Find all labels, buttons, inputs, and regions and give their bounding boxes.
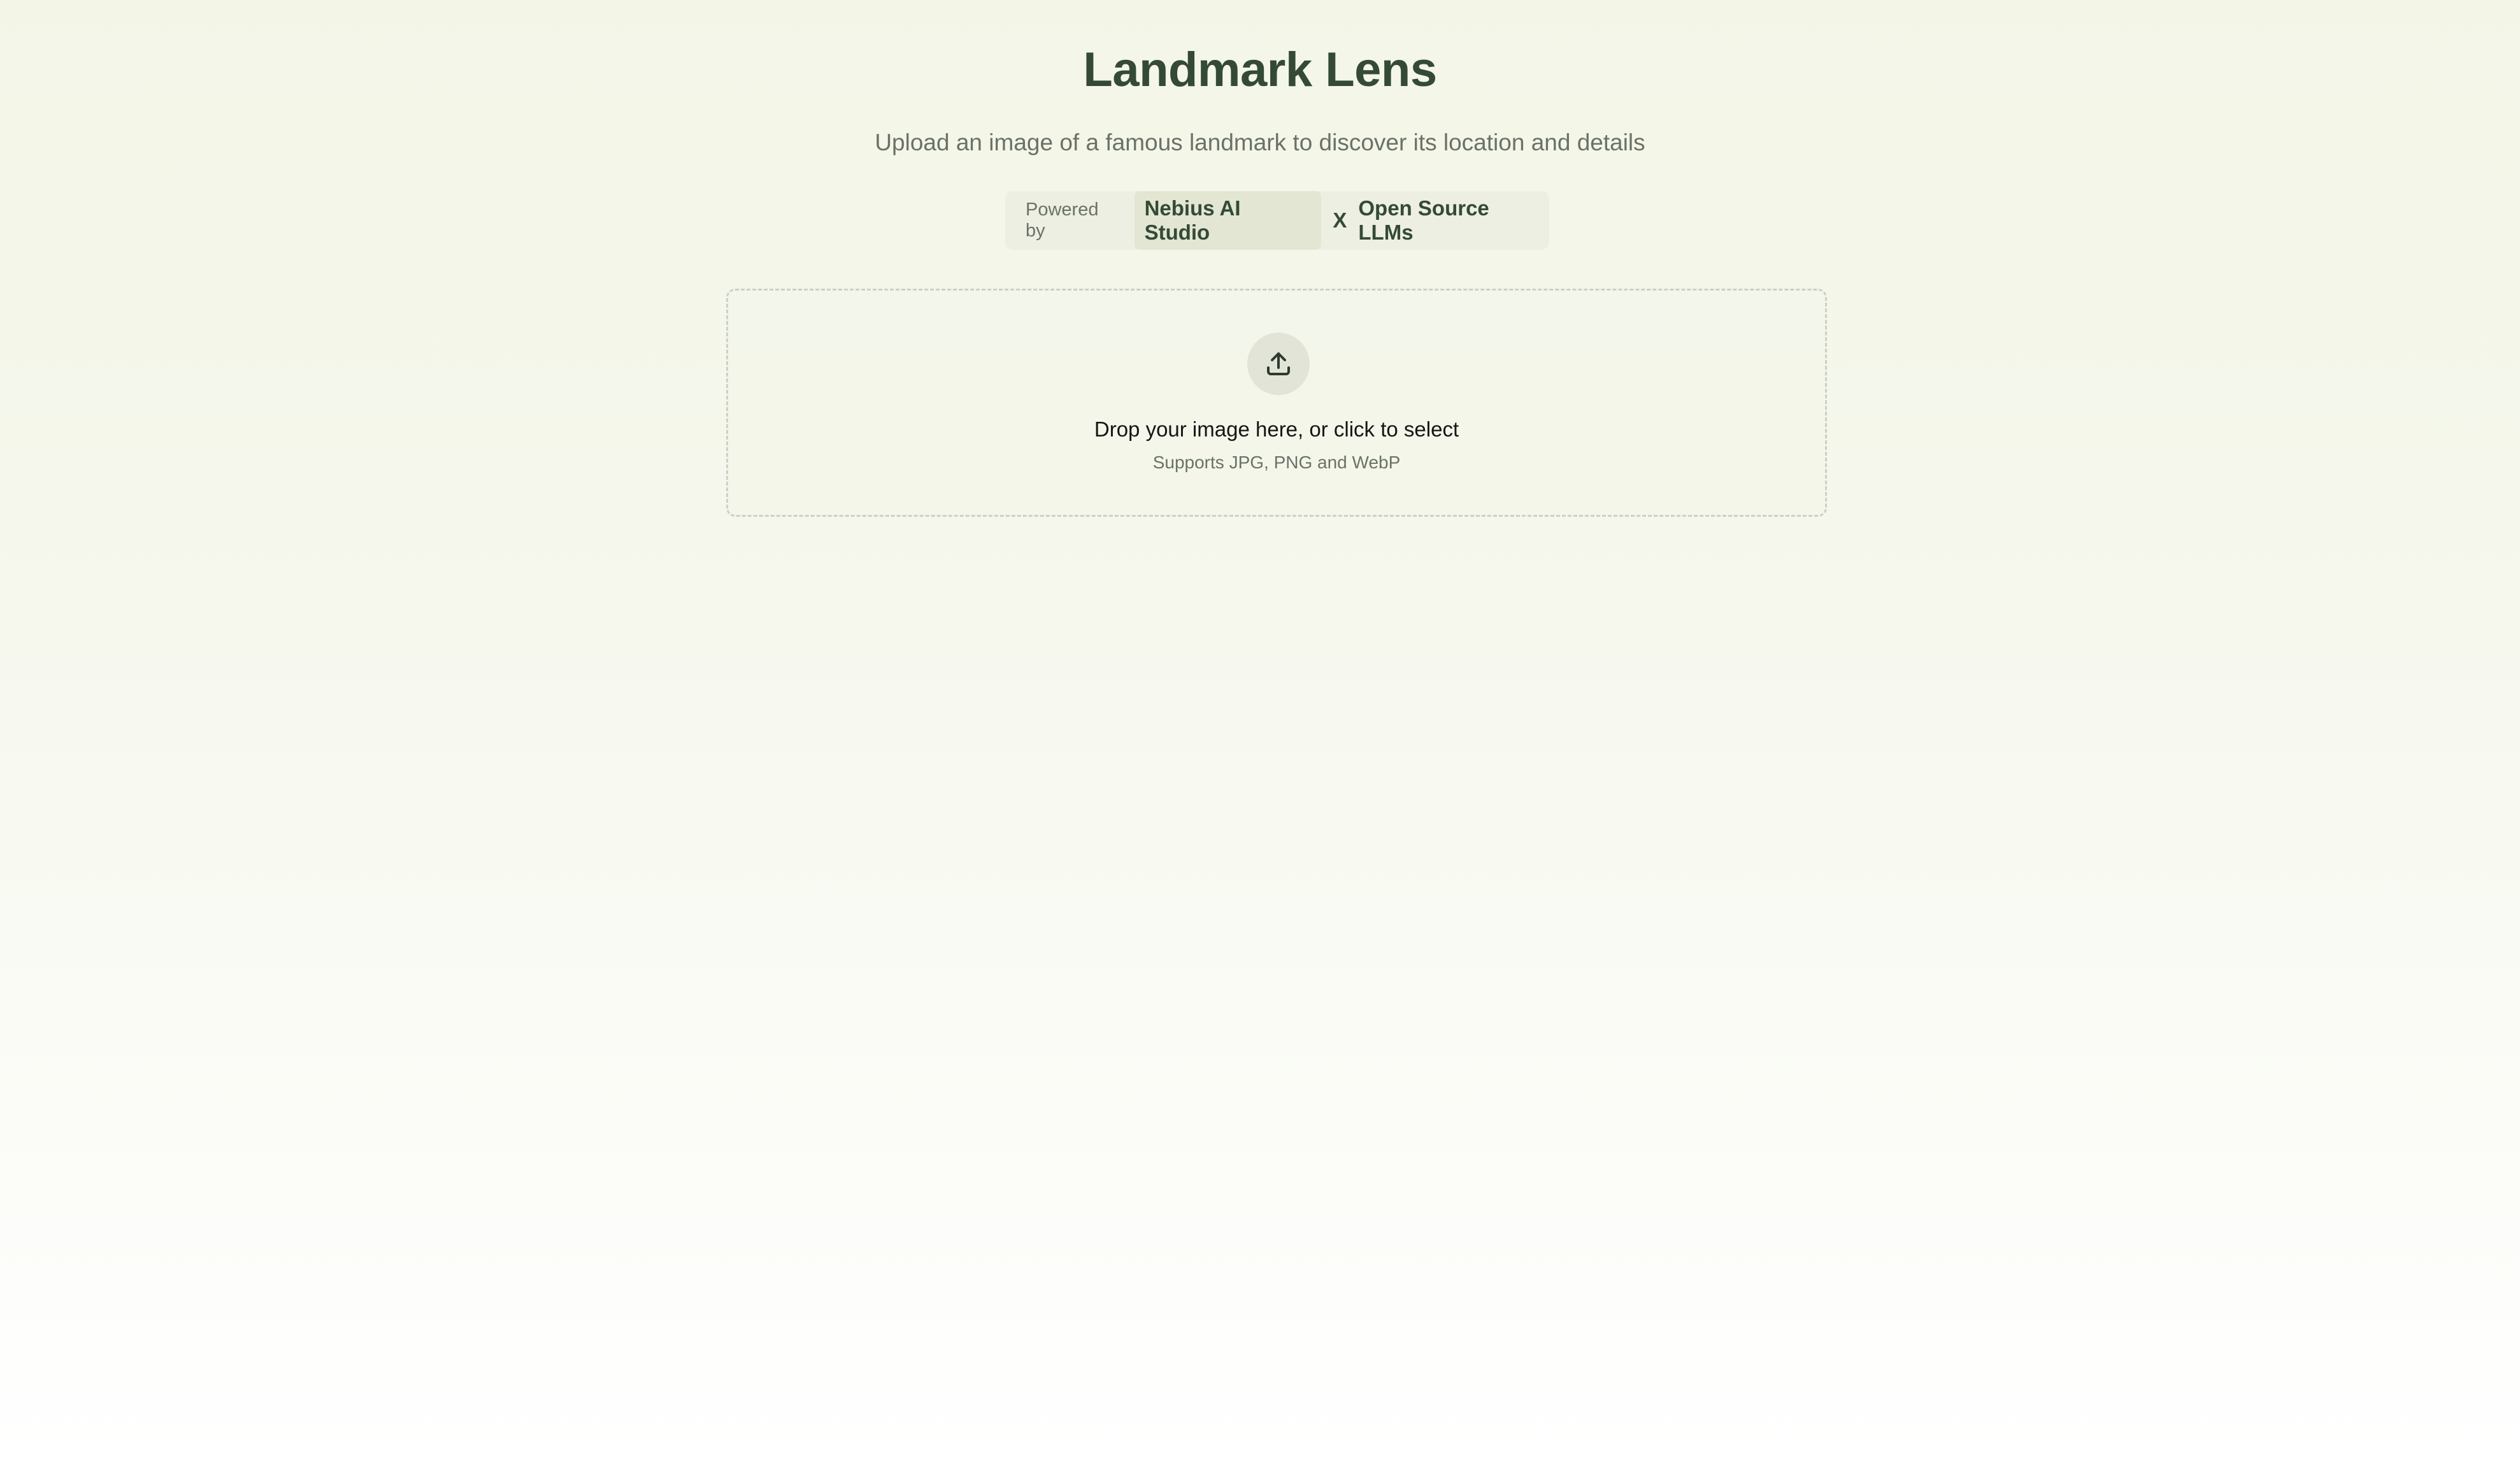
page-title: Landmark Lens: [1083, 43, 1437, 97]
dropzone-formats: Supports JPG, PNG and WebP: [1152, 452, 1401, 472]
upload-icon-wrapper: [1247, 333, 1310, 395]
powered-by-label: Powered by: [1026, 199, 1099, 241]
page-subtitle: Upload an image of a famous landmark to …: [875, 129, 1645, 155]
image-dropzone[interactable]: Drop your image here, or click to select…: [726, 289, 1827, 517]
upload-icon: [1263, 349, 1294, 379]
provider-pill: Nebius AI Studio: [1134, 191, 1322, 250]
powered-by-separator: X: [1333, 208, 1347, 232]
dropzone-prompt: Drop your image here, or click to select: [1094, 417, 1459, 441]
powered-by-badge: Powered by Nebius AI Studio X Open Sourc…: [1005, 191, 1549, 250]
models-label: Open Source LLMs: [1358, 196, 1489, 244]
page: Landmark Lens Upload an image of a famou…: [0, 0, 2520, 1463]
